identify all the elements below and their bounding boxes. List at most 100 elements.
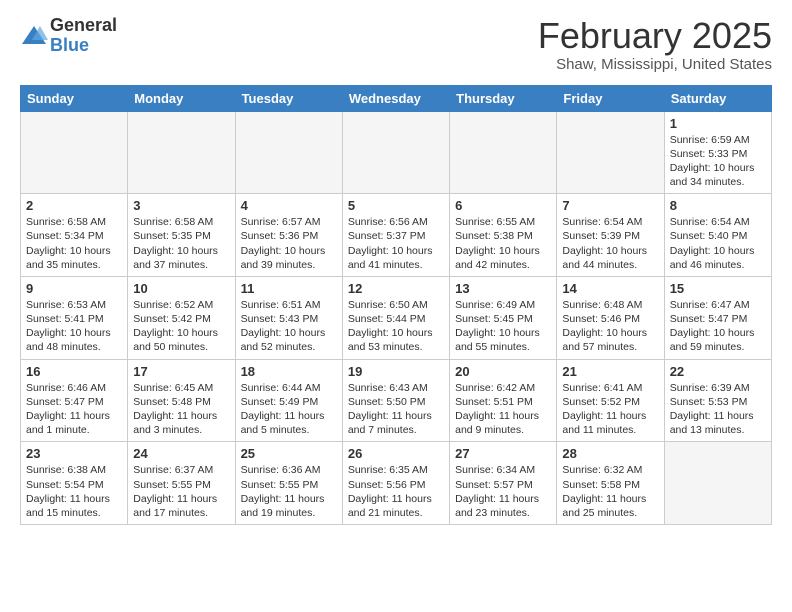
day-number: 4	[241, 198, 337, 213]
day-number: 26	[348, 446, 444, 461]
day-info: Sunrise: 6:37 AM Sunset: 5:55 PM Dayligh…	[133, 463, 229, 520]
day-cell: 10Sunrise: 6:52 AM Sunset: 5:42 PM Dayli…	[128, 276, 235, 359]
day-cell: 28 Sunrise: 6:32 AM Sunset: 5:58 PM Dayli…	[557, 442, 664, 525]
day-cell: 2 Sunrise: 6:58 AM Sunset: 5:34 PM Daylig…	[21, 194, 128, 277]
day-number: 21	[562, 364, 658, 379]
day-number: 17	[133, 364, 229, 379]
calendar-table: Sunday Monday Tuesday Wednesday Thursday…	[20, 85, 772, 525]
day-info: Sunrise: 6:44 AM Sunset: 5:49 PM Dayligh…	[241, 381, 337, 438]
day-cell	[664, 442, 771, 525]
title-area: February 2025 Shaw, Mississippi, United …	[538, 16, 772, 73]
day-number: 5	[348, 198, 444, 213]
logo-text: General Blue	[50, 16, 117, 56]
col-monday: Monday	[128, 85, 235, 111]
day-info: Sunrise: 6:49 AM Sunset: 5:45 PM Dayligh…	[455, 298, 551, 355]
day-cell: 6Sunrise: 6:55 AM Sunset: 5:38 PM Daylig…	[450, 194, 557, 277]
day-info: Sunrise: 6:45 AM Sunset: 5:48 PM Dayligh…	[133, 381, 229, 438]
logo-blue: Blue	[50, 36, 117, 56]
day-info: Sunrise: 6:48 AM Sunset: 5:46 PM Dayligh…	[562, 298, 658, 355]
day-number: 22	[670, 364, 766, 379]
day-info: Sunrise: 6:52 AM Sunset: 5:42 PM Dayligh…	[133, 298, 229, 355]
day-cell: 22 Sunrise: 6:39 AM Sunset: 5:53 PM Dayli…	[664, 359, 771, 442]
day-number: 28	[562, 446, 658, 461]
day-info: Sunrise: 6:42 AM Sunset: 5:51 PM Dayligh…	[455, 381, 551, 438]
day-number: 24	[133, 446, 229, 461]
day-cell: 9Sunrise: 6:53 AM Sunset: 5:41 PM Daylig…	[21, 276, 128, 359]
col-friday: Friday	[557, 85, 664, 111]
day-cell: 20 Sunrise: 6:42 AM Sunset: 5:51 PM Dayli…	[450, 359, 557, 442]
day-cell: 13 Sunrise: 6:49 AM Sunset: 5:45 PM Dayli…	[450, 276, 557, 359]
day-number: 9	[26, 281, 122, 296]
day-cell: 4Sunrise: 6:57 AM Sunset: 5:36 PM Daylig…	[235, 194, 342, 277]
day-info: Sunrise: 6:56 AM Sunset: 5:37 PM Dayligh…	[348, 215, 444, 272]
day-info: Sunrise: 6:35 AM Sunset: 5:56 PM Dayligh…	[348, 463, 444, 520]
calendar-title: February 2025	[538, 16, 772, 56]
day-number: 25	[241, 446, 337, 461]
day-cell: 21 Sunrise: 6:41 AM Sunset: 5:52 PM Dayli…	[557, 359, 664, 442]
day-number: 23	[26, 446, 122, 461]
header-row: Sunday Monday Tuesday Wednesday Thursday…	[21, 85, 772, 111]
day-info: Sunrise: 6:46 AM Sunset: 5:47 PM Dayligh…	[26, 381, 122, 438]
day-info: Sunrise: 6:54 AM Sunset: 5:39 PM Dayligh…	[562, 215, 658, 272]
day-cell: 25Sunrise: 6:36 AM Sunset: 5:55 PM Dayli…	[235, 442, 342, 525]
day-cell: 17 Sunrise: 6:45 AM Sunset: 5:48 PM Dayli…	[128, 359, 235, 442]
col-saturday: Saturday	[664, 85, 771, 111]
day-cell: 27 Sunrise: 6:34 AM Sunset: 5:57 PM Dayli…	[450, 442, 557, 525]
day-cell: 1 Sunrise: 6:59 AM Sunset: 5:33 PM Daylig…	[664, 111, 771, 194]
day-number: 7	[562, 198, 658, 213]
day-number: 27	[455, 446, 551, 461]
day-number: 2	[26, 198, 122, 213]
col-wednesday: Wednesday	[342, 85, 449, 111]
day-cell: 5 Sunrise: 6:56 AM Sunset: 5:37 PM Daylig…	[342, 194, 449, 277]
day-cell: 11Sunrise: 6:51 AM Sunset: 5:43 PM Dayli…	[235, 276, 342, 359]
day-cell: 15Sunrise: 6:47 AM Sunset: 5:47 PM Dayli…	[664, 276, 771, 359]
page: General Blue February 2025 Shaw, Mississ…	[0, 0, 792, 535]
day-info: Sunrise: 6:39 AM Sunset: 5:53 PM Dayligh…	[670, 381, 766, 438]
logo-icon	[20, 24, 48, 48]
day-number: 15	[670, 281, 766, 296]
week-row-4: 23 Sunrise: 6:38 AM Sunset: 5:54 PM Dayli…	[21, 442, 772, 525]
day-cell: 24 Sunrise: 6:37 AM Sunset: 5:55 PM Dayli…	[128, 442, 235, 525]
col-tuesday: Tuesday	[235, 85, 342, 111]
day-cell: 7 Sunrise: 6:54 AM Sunset: 5:39 PM Daylig…	[557, 194, 664, 277]
week-row-1: 2 Sunrise: 6:58 AM Sunset: 5:34 PM Daylig…	[21, 194, 772, 277]
day-number: 14	[562, 281, 658, 296]
day-number: 1	[670, 116, 766, 131]
day-cell: 16 Sunrise: 6:46 AM Sunset: 5:47 PM Dayli…	[21, 359, 128, 442]
day-cell	[21, 111, 128, 194]
logo-area: General Blue	[20, 16, 117, 56]
week-row-3: 16 Sunrise: 6:46 AM Sunset: 5:47 PM Dayli…	[21, 359, 772, 442]
col-sunday: Sunday	[21, 85, 128, 111]
day-info: Sunrise: 6:38 AM Sunset: 5:54 PM Dayligh…	[26, 463, 122, 520]
day-number: 3	[133, 198, 229, 213]
day-info: Sunrise: 6:50 AM Sunset: 5:44 PM Dayligh…	[348, 298, 444, 355]
day-info: Sunrise: 6:43 AM Sunset: 5:50 PM Dayligh…	[348, 381, 444, 438]
day-cell: 26 Sunrise: 6:35 AM Sunset: 5:56 PM Dayli…	[342, 442, 449, 525]
day-cell: 23 Sunrise: 6:38 AM Sunset: 5:54 PM Dayli…	[21, 442, 128, 525]
day-info: Sunrise: 6:41 AM Sunset: 5:52 PM Dayligh…	[562, 381, 658, 438]
col-thursday: Thursday	[450, 85, 557, 111]
day-number: 16	[26, 364, 122, 379]
day-number: 19	[348, 364, 444, 379]
day-number: 13	[455, 281, 551, 296]
day-number: 11	[241, 281, 337, 296]
day-info: Sunrise: 6:54 AM Sunset: 5:40 PM Dayligh…	[670, 215, 766, 272]
day-info: Sunrise: 6:58 AM Sunset: 5:35 PM Dayligh…	[133, 215, 229, 272]
day-cell: 19 Sunrise: 6:43 AM Sunset: 5:50 PM Dayli…	[342, 359, 449, 442]
day-cell: 18Sunrise: 6:44 AM Sunset: 5:49 PM Dayli…	[235, 359, 342, 442]
day-cell	[342, 111, 449, 194]
day-info: Sunrise: 6:32 AM Sunset: 5:58 PM Dayligh…	[562, 463, 658, 520]
day-number: 8	[670, 198, 766, 213]
day-info: Sunrise: 6:55 AM Sunset: 5:38 PM Dayligh…	[455, 215, 551, 272]
day-cell	[557, 111, 664, 194]
day-info: Sunrise: 6:59 AM Sunset: 5:33 PM Dayligh…	[670, 133, 766, 190]
logo-general: General	[50, 16, 117, 36]
day-cell	[450, 111, 557, 194]
calendar-subtitle: Shaw, Mississippi, United States	[538, 56, 772, 73]
week-row-2: 9Sunrise: 6:53 AM Sunset: 5:41 PM Daylig…	[21, 276, 772, 359]
day-cell: 8 Sunrise: 6:54 AM Sunset: 5:40 PM Daylig…	[664, 194, 771, 277]
day-number: 12	[348, 281, 444, 296]
day-number: 20	[455, 364, 551, 379]
day-info: Sunrise: 6:58 AM Sunset: 5:34 PM Dayligh…	[26, 215, 122, 272]
day-info: Sunrise: 6:34 AM Sunset: 5:57 PM Dayligh…	[455, 463, 551, 520]
